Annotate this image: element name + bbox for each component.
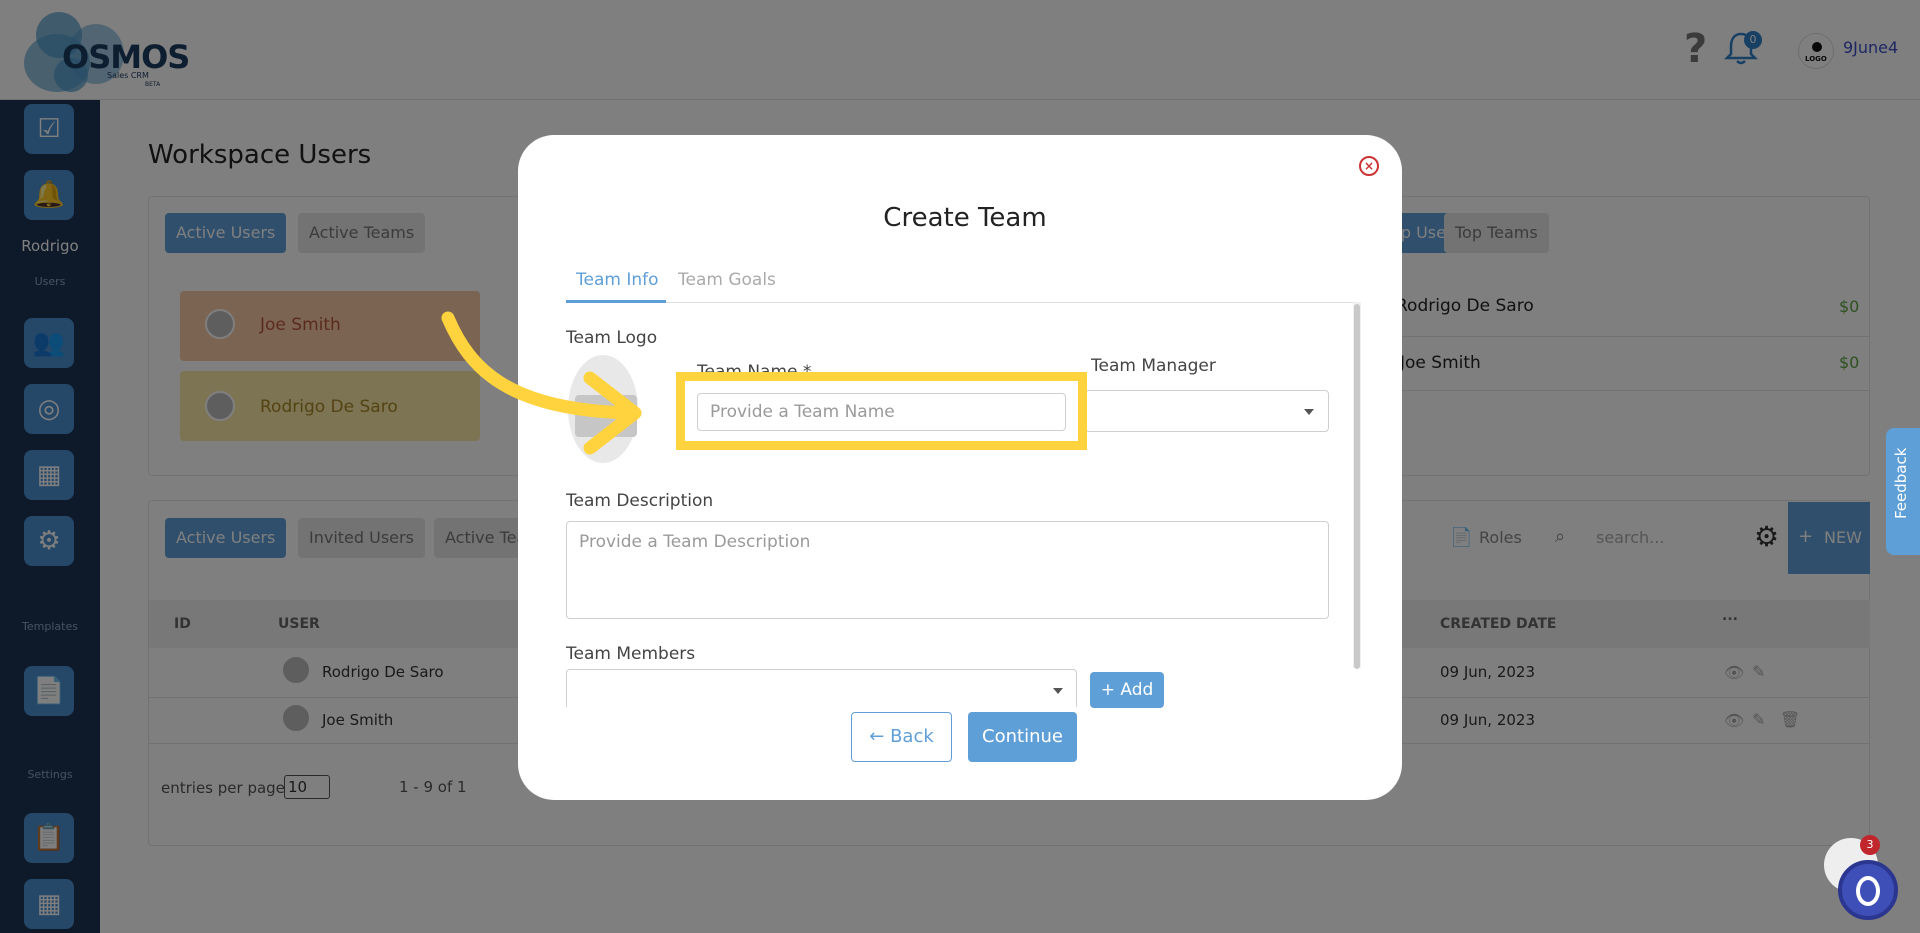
chat-icon: [1856, 876, 1880, 906]
back-button-label: Back: [890, 726, 934, 747]
tab-team-info[interactable]: Team Info: [576, 270, 659, 290]
team-manager-label: Team Manager: [1091, 356, 1216, 376]
team-description-input[interactable]: [566, 521, 1329, 619]
continue-button[interactable]: Continue: [968, 712, 1077, 762]
close-icon[interactable]: ×: [1359, 156, 1379, 176]
chat-launcher[interactable]: [1838, 860, 1898, 920]
modal-scrollbar-thumb[interactable]: [1354, 304, 1360, 669]
team-manager-select[interactable]: [1085, 390, 1329, 432]
highlight-box: [676, 372, 1087, 450]
pointer-arrow-icon: [441, 311, 642, 455]
chevron-down-icon: [1304, 409, 1314, 415]
modal-title: Create Team: [883, 203, 1047, 233]
feedback-label: Feedback: [1892, 447, 1910, 519]
chevron-down-icon: [1053, 688, 1063, 694]
team-members-label: Team Members: [566, 644, 696, 664]
tab-divider: [566, 302, 1356, 303]
back-button[interactable]: ← Back: [851, 712, 952, 762]
add-member-button[interactable]: + Add: [1090, 672, 1164, 708]
tab-team-goals[interactable]: Team Goals: [678, 270, 776, 290]
arrow-left-icon: ←: [869, 726, 885, 747]
chat-badge: 3: [1860, 835, 1880, 855]
team-description-label: Team Description: [566, 491, 714, 511]
team-members-select[interactable]: [566, 669, 1077, 707]
